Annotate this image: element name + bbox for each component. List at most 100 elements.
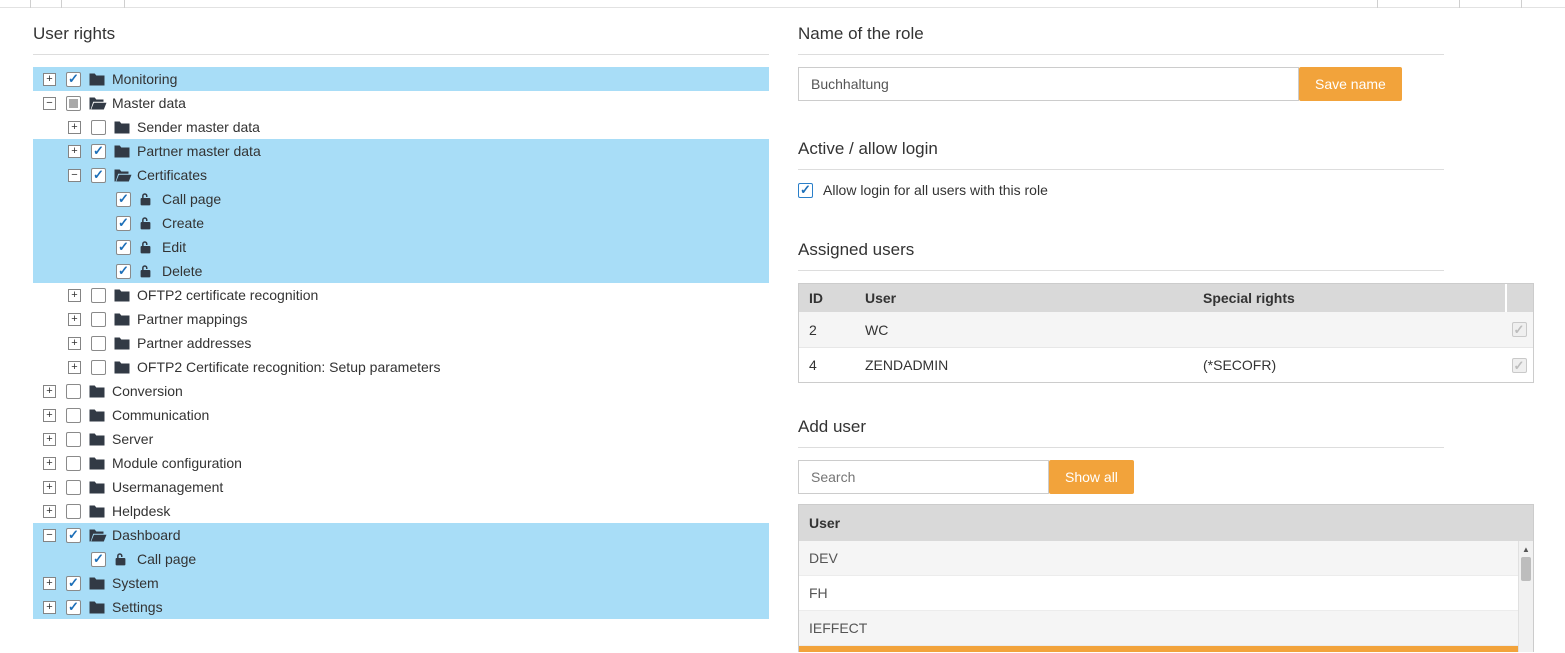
expand-icon[interactable]: + xyxy=(43,409,56,422)
tree-node-conversion[interactable]: +Conversion xyxy=(33,379,769,403)
tree-node-server[interactable]: +Server xyxy=(33,427,769,451)
tree-node-call-page[interactable]: Call page xyxy=(33,547,769,571)
node-checkbox[interactable] xyxy=(66,72,81,87)
tree-node-sender-master-data[interactable]: +Sender master data xyxy=(33,115,769,139)
tree-node-partner-master-data[interactable]: + Partner master data xyxy=(33,139,769,163)
cell-id: 2 xyxy=(799,322,855,338)
tree-node-usermanagement[interactable]: + Usermanagement xyxy=(33,475,769,499)
tree-node-oftp2-certificate-recognition[interactable]: + OFTP2 certificate recognition xyxy=(33,283,769,307)
tree-node-call-page[interactable]: Call page xyxy=(33,187,769,211)
list-item[interactable]: IEFFECT xyxy=(799,611,1518,646)
tree-node-system[interactable]: +System xyxy=(33,571,769,595)
user-name: DEV xyxy=(809,550,838,566)
node-checkbox[interactable] xyxy=(116,216,131,231)
tree-node-monitoring[interactable]: +Monitoring xyxy=(33,67,769,91)
node-label: Usermanagement xyxy=(112,479,223,495)
tree-node-module-configuration[interactable]: + Module configuration xyxy=(33,451,769,475)
user-search-input[interactable] xyxy=(798,460,1049,494)
list-item[interactable]: DEV xyxy=(799,541,1518,576)
expand-icon[interactable]: + xyxy=(68,337,81,350)
user-rights-page: User rights +Monitoring−Master data+Send… xyxy=(0,0,1565,653)
scroll-thumb[interactable] xyxy=(1521,557,1531,581)
node-label: Partner master data xyxy=(137,143,261,159)
folder-closed-icon xyxy=(89,481,107,494)
expand-icon[interactable]: + xyxy=(68,361,81,374)
node-checkbox[interactable] xyxy=(91,168,106,183)
scrollbar[interactable]: ▲ xyxy=(1518,541,1533,652)
save-name-button[interactable]: Save name xyxy=(1299,67,1402,101)
allow-login-row[interactable]: Allow login for all users with this role xyxy=(798,182,1534,198)
user-rights-panel: User rights +Monitoring−Master data+Send… xyxy=(33,24,769,619)
table-row[interactable]: 2 WC xyxy=(799,312,1533,347)
tree-node-master-data[interactable]: −Master data xyxy=(33,91,769,115)
scroll-up-icon[interactable]: ▲ xyxy=(1519,541,1533,557)
node-label: Module configuration xyxy=(112,455,242,471)
node-checkbox[interactable] xyxy=(66,96,81,111)
add-user-title: Add user xyxy=(798,417,1534,437)
allow-login-checkbox[interactable] xyxy=(798,183,813,198)
node-checkbox[interactable] xyxy=(91,552,106,567)
expand-icon[interactable]: + xyxy=(43,481,56,494)
expand-icon[interactable]: + xyxy=(43,505,56,518)
node-checkbox[interactable] xyxy=(116,192,131,207)
expand-icon[interactable]: + xyxy=(43,601,56,614)
partial-highlighted-row[interactable] xyxy=(799,646,1518,652)
node-checkbox[interactable] xyxy=(66,576,81,591)
tree-node-settings[interactable]: +Settings xyxy=(33,595,769,619)
tree-node-oftp2-certificate-recognition-setup-parameters[interactable]: +OFTP2 Certificate recognition: Setup pa… xyxy=(33,355,769,379)
tab-separator xyxy=(1377,0,1378,8)
list-item[interactable]: FH xyxy=(799,576,1518,611)
node-checkbox[interactable] xyxy=(116,264,131,279)
expand-icon[interactable]: + xyxy=(68,145,81,158)
expand-icon[interactable]: + xyxy=(43,457,56,470)
node-label: Helpdesk xyxy=(112,503,170,519)
expand-icon[interactable]: + xyxy=(43,577,56,590)
expander-spacer xyxy=(93,241,106,254)
node-checkbox[interactable] xyxy=(66,408,81,423)
folder-closed-icon xyxy=(114,289,132,302)
tree-node-certificates[interactable]: −Certificates xyxy=(33,163,769,187)
tree-node-communication[interactable]: +Communication xyxy=(33,403,769,427)
tree-node-edit[interactable]: Edit xyxy=(33,235,769,259)
node-checkbox[interactable] xyxy=(66,480,81,495)
tree-node-dashboard[interactable]: −Dashboard xyxy=(33,523,769,547)
tree-node-partner-mappings[interactable]: +Partner mappings xyxy=(33,307,769,331)
expand-icon[interactable]: + xyxy=(43,73,56,86)
node-checkbox[interactable] xyxy=(66,456,81,471)
tree-node-helpdesk[interactable]: + Helpdesk xyxy=(33,499,769,523)
node-checkbox[interactable] xyxy=(91,288,106,303)
node-checkbox[interactable] xyxy=(91,360,106,375)
unlock-icon xyxy=(114,552,132,566)
node-checkbox[interactable] xyxy=(91,120,106,135)
tree-node-partner-addresses[interactable]: +Partner addresses xyxy=(33,331,769,355)
node-checkbox[interactable] xyxy=(66,600,81,615)
node-checkbox[interactable] xyxy=(66,528,81,543)
expand-icon[interactable]: + xyxy=(68,289,81,302)
expand-icon[interactable]: + xyxy=(43,385,56,398)
folder-closed-icon xyxy=(89,577,107,590)
tab-separator xyxy=(1521,0,1522,8)
tree-node-create[interactable]: Create xyxy=(33,211,769,235)
node-checkbox[interactable] xyxy=(66,432,81,447)
expand-icon[interactable]: + xyxy=(43,433,56,446)
node-checkbox[interactable] xyxy=(66,384,81,399)
add-user-list: User DEV FH IEFFECT ▲ xyxy=(798,504,1534,652)
role-name-input[interactable] xyxy=(798,67,1299,101)
node-checkbox[interactable] xyxy=(91,336,106,351)
show-all-button[interactable]: Show all xyxy=(1049,460,1134,494)
node-checkbox[interactable] xyxy=(91,312,106,327)
assigned-checkbox[interactable] xyxy=(1512,322,1527,337)
collapse-icon[interactable]: − xyxy=(43,97,56,110)
node-checkbox[interactable] xyxy=(66,504,81,519)
node-checkbox[interactable] xyxy=(116,240,131,255)
node-checkbox[interactable] xyxy=(91,144,106,159)
node-label: OFTP2 certificate recognition xyxy=(137,287,318,303)
assigned-checkbox[interactable] xyxy=(1512,358,1527,373)
collapse-icon[interactable]: − xyxy=(68,169,81,182)
folder-closed-icon xyxy=(114,337,132,350)
tree-node-delete[interactable]: Delete xyxy=(33,259,769,283)
table-row[interactable]: 4 ZENDADMIN (*SECOFR) xyxy=(799,347,1533,382)
expand-icon[interactable]: + xyxy=(68,313,81,326)
collapse-icon[interactable]: − xyxy=(43,529,56,542)
expand-icon[interactable]: + xyxy=(68,121,81,134)
